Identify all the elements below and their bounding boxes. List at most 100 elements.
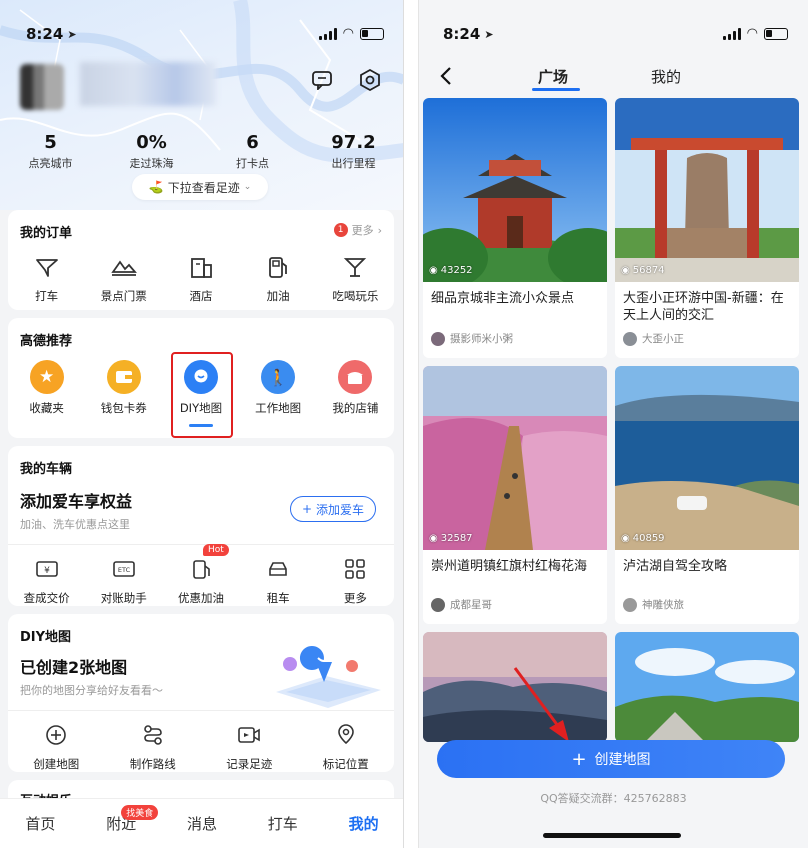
tab-home[interactable]: 首页: [0, 799, 81, 848]
tab-messages[interactable]: 消息: [162, 799, 243, 848]
add-car-button[interactable]: + 添加爱车: [290, 496, 376, 522]
vehicle-label: 租车: [266, 591, 290, 605]
feed-card[interactable]: ◉ 40859 泸沽湖自驾全攻略 神雕侠旅: [615, 366, 799, 624]
settings-gear-icon[interactable]: [358, 68, 382, 92]
wallet-item[interactable]: 钱包卡券: [85, 360, 162, 427]
svg-text:¥: ¥: [44, 566, 50, 576]
stat-cities: 5 点亮城市: [0, 132, 101, 171]
recommend-label: 工作地图: [255, 401, 302, 415]
order-tickets[interactable]: 景点门票: [85, 252, 162, 304]
plus-circle-icon: [41, 720, 71, 750]
status-icons: ◠: [722, 26, 788, 41]
stats-row: 5 点亮城市 0% 走过珠海 6 打卡点 97.2 出行里程: [0, 132, 403, 171]
etc-item[interactable]: ETC 对账助手: [85, 554, 162, 606]
vehicle-label: 对账助手: [100, 591, 147, 605]
recommend-label: 钱包卡券: [100, 401, 147, 415]
order-label: 吃喝玩乐: [332, 289, 379, 303]
orders-grid: 打车 景点门票 酒店 加油 吃喝玩乐: [8, 252, 394, 304]
diy-action-label: 制作路线: [129, 757, 176, 771]
orders-more-link[interactable]: 1 更多 ›: [333, 222, 382, 238]
stat-label: 点亮城市: [28, 157, 73, 170]
vehicle-grid: ¥ 查成交价 ETC 对账助手 Hot 优惠加油 租车 更多: [8, 544, 394, 606]
status-time: 8:24: [443, 25, 481, 43]
author-name: 大歪小正: [642, 333, 684, 345]
create-map-action[interactable]: 创建地图: [8, 720, 105, 772]
author-name: 神雕侠旅: [642, 599, 684, 611]
author-avatar: [431, 331, 445, 346]
diy-map-card: DIY地图 已创建2张地图 把你的地图分享给好友看看～ 创建地图 制作路线 记录…: [8, 614, 394, 772]
mark-location-action[interactable]: 标记位置: [298, 720, 395, 772]
annotation-arrow: [513, 667, 569, 742]
vehicle-label: 查成交价: [23, 591, 70, 605]
fuel-pump-icon: [263, 252, 293, 282]
feed-author: 神雕侠旅: [623, 597, 684, 612]
my-store-item[interactable]: 我的店铺: [317, 360, 394, 427]
diy-action-label: 标记位置: [322, 757, 369, 771]
create-map-button[interactable]: + 创建地图: [437, 740, 785, 778]
message-icon[interactable]: [310, 68, 334, 92]
make-route-action[interactable]: 制作路线: [105, 720, 202, 772]
car-icon: [263, 554, 293, 584]
order-taxi[interactable]: 打车: [8, 252, 85, 304]
status-time: 8:24: [26, 25, 64, 43]
recommend-title: 高德推荐: [20, 334, 73, 349]
tab-label: 我的: [651, 68, 682, 86]
feed-author: 大歪小正: [623, 331, 684, 346]
feed-card[interactable]: ◉ 32587 崇州道明镇红旗村红梅花海 成都星哥: [423, 366, 607, 624]
work-map-item[interactable]: 🚶 工作地图: [240, 360, 317, 427]
order-food-fun[interactable]: 吃喝玩乐: [317, 252, 394, 304]
order-hotel[interactable]: 酒店: [162, 252, 239, 304]
stat-mileage: 97.2 出行里程: [303, 132, 403, 171]
feed-image: ◉ 56874: [615, 98, 799, 282]
tab-label: 广场: [538, 68, 569, 86]
tab-mine[interactable]: 我的: [651, 66, 681, 87]
tab-nearby[interactable]: 找美食 附近: [81, 799, 162, 848]
stat-label: 走过珠海: [129, 157, 174, 170]
eye-icon: ◉: [429, 265, 438, 276]
vehicle-title: 我的车辆: [20, 462, 73, 477]
favorites-item[interactable]: ★ 收藏夹: [8, 360, 85, 427]
feed-title: 崇州道明镇红旗村红梅花海: [431, 559, 588, 574]
scenic-ticket-icon: [109, 252, 139, 282]
record-footprint-action[interactable]: 记录足迹: [201, 720, 298, 772]
recommend-label: 我的店铺: [332, 401, 379, 415]
footprint-map-header[interactable]: 8:24 ➤ ◠ 5 点亮城市 0% 走过珠海 6 打卡点 97.2 出行里程 ⛳: [0, 0, 403, 210]
feed-author: 摄影师米小粥: [431, 331, 513, 346]
diy-action-label: 记录足迹: [226, 757, 273, 771]
order-label: 打车: [35, 289, 59, 303]
tab-plaza[interactable]: 广场: [538, 66, 568, 87]
location-pin-icon: [331, 720, 361, 750]
order-fuel[interactable]: 加油: [240, 252, 317, 304]
stat-value: 6: [246, 132, 259, 153]
wifi-icon: ◠: [746, 26, 758, 41]
pulldown-label: 下拉查看足迹: [167, 180, 240, 195]
tab-label: 打车: [267, 815, 298, 833]
car-rental-item[interactable]: 租车: [240, 554, 317, 606]
view-count-value: 32587: [440, 533, 473, 544]
username-blurred: [80, 62, 216, 106]
eye-icon: ◉: [429, 533, 438, 544]
feed-card[interactable]: [615, 632, 799, 742]
fuel-discount-item[interactable]: Hot 优惠加油: [162, 544, 239, 606]
feed-card[interactable]: ◉ 56874 大歪小正环游中国-新疆：在天上人间的交汇 大歪小正: [615, 98, 799, 358]
hotel-icon: [186, 252, 216, 282]
tab-label: 消息: [186, 815, 217, 833]
view-count-value: 43252: [440, 265, 473, 276]
avatar[interactable]: [20, 64, 64, 110]
svg-text:ETC: ETC: [118, 566, 131, 574]
divider: [8, 710, 394, 711]
tab-taxi[interactable]: 打车: [242, 799, 323, 848]
right-phone-screen: 8:24 ➤ ◠ 广场 我的 ◉ 43252 细品京城非主流小众景点 摄影师米小…: [418, 0, 808, 848]
tab-mine[interactable]: 我的: [323, 799, 403, 848]
back-arrow-icon[interactable]: [439, 66, 453, 90]
signal-icon: [318, 27, 337, 40]
hot-badge: Hot: [202, 544, 229, 556]
price-check-item[interactable]: ¥ 查成交价: [8, 554, 85, 606]
create-map-label: 创建地图: [594, 752, 651, 768]
vehicle-card: 我的车辆 添加爱车享权益 加油、洗车优惠点这里 + 添加爱车 ¥ 查成交价 ETC…: [8, 446, 394, 606]
feed-card[interactable]: ◉ 43252 细品京城非主流小众景点 摄影师米小粥: [423, 98, 607, 358]
pulldown-footprint-button[interactable]: ⛳ 下拉查看足迹 ⌄: [132, 174, 268, 200]
header-actions: [310, 68, 382, 92]
more-item[interactable]: 更多: [317, 554, 394, 606]
cocktail-icon: [340, 252, 370, 282]
